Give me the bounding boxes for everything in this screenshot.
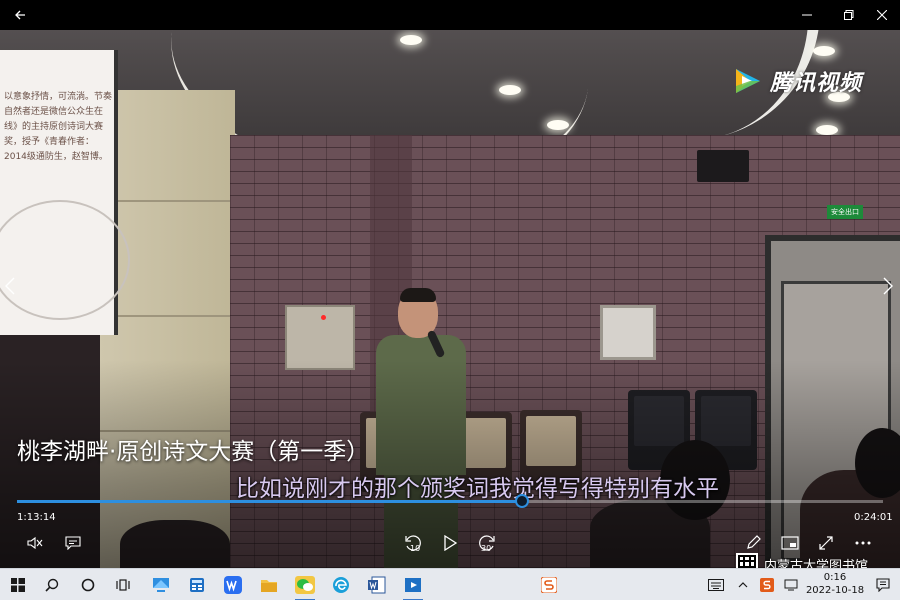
app-window: 以意象抒情，可流淌。节奏自然者还是微信公众生在线》的主持原创诗词大赛奖，授予《青… <box>0 0 900 600</box>
volume-muted-icon <box>27 536 43 550</box>
mute-button[interactable] <box>20 530 50 556</box>
tencent-video-watermark: 腾讯视频 <box>732 64 862 98</box>
current-time: 1:13:14 <box>17 512 56 523</box>
tray-sogou[interactable] <box>535 569 563 600</box>
projection-text: 以意象抒情，可流淌。节奏自然者还是微信公众生在线》的主持原创诗词大赛奖，授予《青… <box>4 92 113 162</box>
sogou-input-icon <box>541 577 557 593</box>
wall-speaker <box>697 150 749 182</box>
tray-sogou-2[interactable] <box>755 569 779 600</box>
forward-button[interactable]: 30 <box>472 530 502 556</box>
search-icon <box>45 578 59 592</box>
tray-keyboard[interactable] <box>703 569 729 600</box>
tray-network[interactable] <box>779 569 803 600</box>
keyboard-icon <box>708 579 724 591</box>
picture-in-picture-icon <box>781 536 799 550</box>
play-icon <box>444 535 457 551</box>
wps-writer-icon <box>224 576 242 594</box>
tray-chevron[interactable] <box>731 569 755 600</box>
scene-light <box>813 46 835 56</box>
wall-panel <box>600 305 656 360</box>
windows-logo-icon <box>11 578 25 592</box>
tencent-video-logo-icon <box>736 69 760 93</box>
back-arrow-icon <box>15 10 25 20</box>
taskbar-app-desktop[interactable] <box>143 569 179 600</box>
taskbar-app-wechat[interactable] <box>287 569 323 600</box>
rewind-label: 10 <box>410 544 421 553</box>
taskbar-app-movies[interactable] <box>395 569 431 600</box>
seek-bar[interactable] <box>17 494 883 508</box>
chevron-right-icon <box>883 277 893 295</box>
more-icon <box>855 541 871 545</box>
wechat-icon <box>295 576 315 594</box>
fullscreen-icon <box>819 536 833 550</box>
next-button[interactable] <box>880 272 896 300</box>
minimize-icon <box>802 14 812 16</box>
previous-button[interactable] <box>2 272 18 300</box>
rewind-button[interactable]: 10 <box>398 530 428 556</box>
cortana-icon <box>81 578 95 592</box>
chevron-left-icon <box>5 277 15 295</box>
close-button[interactable] <box>862 0 900 30</box>
cortana-button[interactable] <box>70 569 106 600</box>
watermark-text: 腾讯视频 <box>770 71 863 96</box>
task-view-icon <box>116 579 130 591</box>
taskbar-clock[interactable]: 0:16 2022-10-18 <box>803 571 867 597</box>
taskbar: 0:16 2022-10-18 <box>0 568 900 600</box>
scene-light <box>400 35 422 45</box>
play-button[interactable] <box>435 530 465 556</box>
taskbar-app-word[interactable] <box>359 569 395 600</box>
calculator-icon <box>190 578 204 592</box>
clock-time: 0:16 <box>823 572 847 583</box>
word-icon <box>368 576 386 594</box>
chevron-up-icon <box>738 582 748 588</box>
pen-icon <box>747 535 761 549</box>
taskbar-app-wps[interactable] <box>215 569 251 600</box>
taskbar-app-file-explorer[interactable] <box>251 569 287 600</box>
subtitles-button[interactable] <box>58 530 88 556</box>
forward-label: 30 <box>481 544 492 553</box>
clock-date: 2022-10-18 <box>805 585 865 596</box>
folder-icon <box>261 580 277 592</box>
total-time: 0:24:01 <box>854 512 893 523</box>
seek-thumb[interactable] <box>514 494 529 508</box>
scene-light <box>816 125 838 135</box>
close-icon <box>877 10 887 20</box>
taskbar-app-calculator[interactable] <box>179 569 215 600</box>
notification-icon <box>876 578 890 592</box>
minimize-button[interactable] <box>787 0 827 30</box>
maximize-icon <box>844 10 854 20</box>
sogou-tray-icon <box>760 578 774 592</box>
notification-button[interactable] <box>868 569 898 600</box>
desktop-app-icon <box>153 578 169 592</box>
title-bar <box>0 0 900 30</box>
movies-tv-icon <box>405 578 421 592</box>
video-subtitle: 比如说刚才的那个颁奖词我觉得写得特别有水平 <box>236 476 719 502</box>
video-title: 桃李湖畔·原创诗文大赛（第一季） <box>17 439 370 465</box>
back-button[interactable] <box>0 0 40 30</box>
seek-bar-fill <box>17 500 522 503</box>
scene-light <box>547 120 569 130</box>
network-icon <box>784 579 798 591</box>
taskbar-app-edge[interactable] <box>323 569 359 600</box>
start-button[interactable] <box>0 569 36 600</box>
task-view-button[interactable] <box>105 569 141 600</box>
projection-decoration <box>0 200 130 320</box>
subtitles-icon <box>65 536 81 550</box>
edge-browser-icon <box>333 577 349 593</box>
search-button[interactable] <box>34 569 70 600</box>
scene-light <box>499 85 521 95</box>
speaker-person <box>400 288 436 302</box>
exit-sign: 安全出口 <box>827 205 863 219</box>
